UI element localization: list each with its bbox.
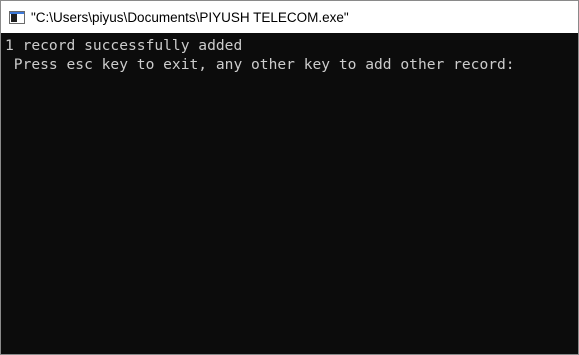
console-line: 1 record successfully added xyxy=(5,37,243,54)
title-bar[interactable]: "C:\Users\piyus\Documents\PIYUSH TELECOM… xyxy=(1,1,578,33)
console-line: Press esc key to exit, any other key to … xyxy=(5,56,515,73)
console-app-icon[interactable] xyxy=(9,10,25,24)
window-title: "C:\Users\piyus\Documents\PIYUSH TELECOM… xyxy=(31,9,349,25)
console-output-area[interactable]: 1 record successfully added Press esc ke… xyxy=(1,33,578,354)
app-icon-pane xyxy=(11,13,17,22)
console-window: "C:\Users\piyus\Documents\PIYUSH TELECOM… xyxy=(0,0,579,355)
